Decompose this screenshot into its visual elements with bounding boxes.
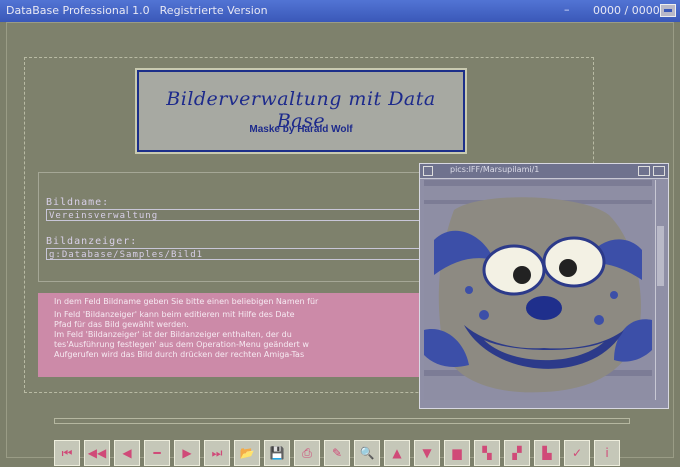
window-title: DataBase Professional 1.0 Registrierte Ve… — [6, 4, 278, 17]
marsupilami-image — [424, 180, 652, 400]
scroll-thumb[interactable] — [657, 226, 664, 286]
check-icon: ✓ — [571, 446, 583, 460]
folder-open-icon: ▚ — [482, 446, 492, 460]
depth-icon[interactable] — [653, 166, 665, 176]
form-subtitle: Maske by Harald Wolf — [249, 124, 353, 135]
fast-back-icon: ◀◀ — [87, 446, 107, 460]
fast-back-button[interactable]: ◀◀ — [84, 440, 110, 466]
folder-close-icon: ▞ — [512, 446, 522, 460]
sort-down-button[interactable]: ▼ — [414, 440, 440, 466]
image-scrollbar[interactable] — [655, 180, 666, 400]
next-record-button[interactable]: ▶ — [174, 440, 200, 466]
first-record-button[interactable]: ⏮ — [54, 440, 80, 466]
info-line: In Feld 'Bildanzeiger' kann beim editier… — [54, 310, 295, 319]
info-button[interactable]: i — [594, 440, 620, 466]
edit-form-button[interactable]: ✎ — [324, 440, 350, 466]
delete-record-icon: ━ — [153, 446, 161, 460]
app-name: DataBase Professional 1.0 — [6, 4, 150, 17]
bildname-label: Bildname: — [46, 197, 110, 208]
folder-icon: ▆ — [452, 446, 462, 460]
last-record-icon: ⏭ — [211, 446, 223, 460]
toolbar: ⏮ ◀◀ ◀ ━ ▶ ⏭ 📂 💾 ⎙ ✎ 🔍 ▲ ▼ ▆ ▚ ▞ ▙ ✓ i — [54, 440, 624, 466]
image-window-titlebar[interactable]: pics:IFF/Marsupilami/1 — [420, 164, 668, 179]
folder-list-icon: ▙ — [542, 446, 552, 460]
record-counter: 0000 / 00006 — [593, 4, 667, 17]
info-line: Im Feld 'Bildanzeiger' ist der Bildanzei… — [54, 330, 292, 339]
bildanzeiger-label: Bildanzeiger: — [46, 236, 138, 247]
bildname-input[interactable]: Vereinsverwaltung — [46, 209, 426, 221]
folder-list-button[interactable]: ▙ — [534, 440, 560, 466]
save-disk-icon: 💾 — [269, 446, 285, 460]
field-group — [38, 172, 438, 282]
next-record-icon: ▶ — [182, 446, 192, 460]
first-record-icon: ⏮ — [61, 446, 73, 460]
sort-up-button[interactable]: ▲ — [384, 440, 410, 466]
print-button[interactable]: ⎙ — [294, 440, 320, 466]
image-window-title: pics:IFF/Marsupilami/1 — [450, 165, 540, 174]
print-icon: ⎙ — [302, 446, 312, 460]
prev-record-button[interactable]: ◀ — [114, 440, 140, 466]
prev-record-icon: ◀ — [122, 446, 132, 460]
info-line: In dem Feld Bildname geben Sie bitte ein… — [54, 297, 319, 306]
minimize-icon[interactable]: – — [564, 3, 570, 16]
image-viewer-window[interactable]: pics:IFF/Marsupilami/1 — [419, 163, 669, 409]
info-line: Aufgerufen wird das Bild durch drücken d… — [54, 350, 305, 359]
folder-button[interactable]: ▆ — [444, 440, 470, 466]
sort-up-icon: ▲ — [392, 446, 402, 460]
info-line: tes'Ausführung festlegen' aus dem Operat… — [54, 340, 309, 349]
save-disk-button[interactable]: 💾 — [264, 440, 290, 466]
check-button[interactable]: ✓ — [564, 440, 590, 466]
delete-record-button[interactable]: ━ — [144, 440, 170, 466]
folder-close-button[interactable]: ▞ — [504, 440, 530, 466]
title-bar[interactable]: DataBase Professional 1.0 Registrierte Ve… — [0, 0, 680, 22]
edition-label: Registrierte Version — [159, 4, 268, 17]
search-icon: 🔍 — [359, 446, 375, 460]
header-box: Bilderverwaltung mit Data Base Maske by … — [135, 68, 467, 154]
open-folder-button[interactable]: 📂 — [234, 440, 260, 466]
bildanzeiger-input[interactable]: g:Database/Samples/Bild1 — [46, 248, 426, 260]
info-line: Pfad für das Bild gewählt werden. — [54, 320, 189, 329]
horizontal-scrollbar[interactable] — [54, 418, 630, 424]
depth-gadget-icon[interactable] — [660, 4, 676, 17]
zoom-icon[interactable] — [638, 166, 650, 176]
sort-down-icon: ▼ — [422, 446, 432, 460]
open-folder-icon: 📂 — [239, 446, 255, 460]
search-button[interactable]: 🔍 — [354, 440, 380, 466]
close-icon[interactable] — [423, 166, 433, 176]
info-icon: i — [605, 446, 609, 460]
info-text-box: In dem Feld Bildname geben Sie bitte ein… — [38, 293, 438, 377]
folder-open-button[interactable]: ▚ — [474, 440, 500, 466]
edit-form-icon: ✎ — [331, 446, 343, 460]
last-record-button[interactable]: ⏭ — [204, 440, 230, 466]
